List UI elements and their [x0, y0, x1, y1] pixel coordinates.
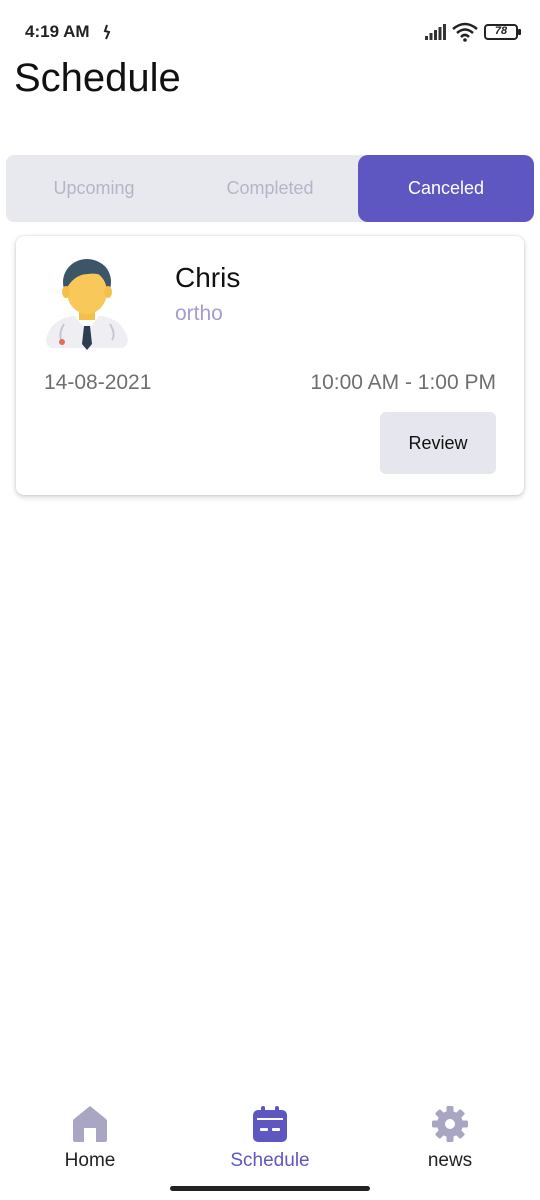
home-indicator[interactable]	[170, 1186, 370, 1191]
status-time: 4:19 AM	[25, 22, 90, 41]
battery-icon: 78	[484, 24, 521, 40]
nav-schedule-label: Schedule	[230, 1150, 310, 1171]
review-button[interactable]: Review	[380, 412, 496, 474]
tab-upcoming[interactable]: Upcoming	[6, 155, 182, 222]
nav-home[interactable]: Home	[10, 1090, 170, 1180]
schedule-screen: 4:19 AM 78 Schedule Upcoming Completed C…	[0, 0, 540, 1200]
appointment-tabs: Upcoming Completed Canceled	[6, 155, 534, 222]
signal-icon	[425, 24, 446, 40]
home-icon	[73, 1106, 107, 1142]
gear-icon	[432, 1106, 468, 1142]
appointment-date: 14-08-2021	[44, 371, 152, 394]
doctor-name: Chris	[175, 262, 241, 293]
tab-canceled[interactable]: Canceled	[358, 155, 534, 222]
status-bar: 4:19 AM 78	[0, 0, 540, 64]
bottom-nav: Home Schedule news	[0, 1090, 540, 1200]
dnd-icon	[103, 24, 111, 40]
calendar-icon	[253, 1106, 287, 1142]
battery-level: 78	[494, 25, 508, 37]
page-title: Schedule	[14, 56, 181, 100]
nav-schedule[interactable]: Schedule	[190, 1090, 350, 1180]
wifi-icon	[452, 22, 478, 42]
doctor-avatar-icon	[46, 259, 128, 350]
appointment-time: 10:00 AM - 1:00 PM	[310, 371, 496, 394]
nav-news[interactable]: news	[370, 1090, 530, 1180]
nav-news-label: news	[427, 1150, 473, 1171]
doctor-specialty: ortho	[175, 302, 223, 325]
tab-completed[interactable]: Completed	[182, 155, 358, 222]
nav-home-label: Home	[64, 1150, 116, 1171]
appointment-card[interactable]: Chris ortho 14-08-2021 10:00 AM - 1:00 P…	[16, 236, 524, 495]
